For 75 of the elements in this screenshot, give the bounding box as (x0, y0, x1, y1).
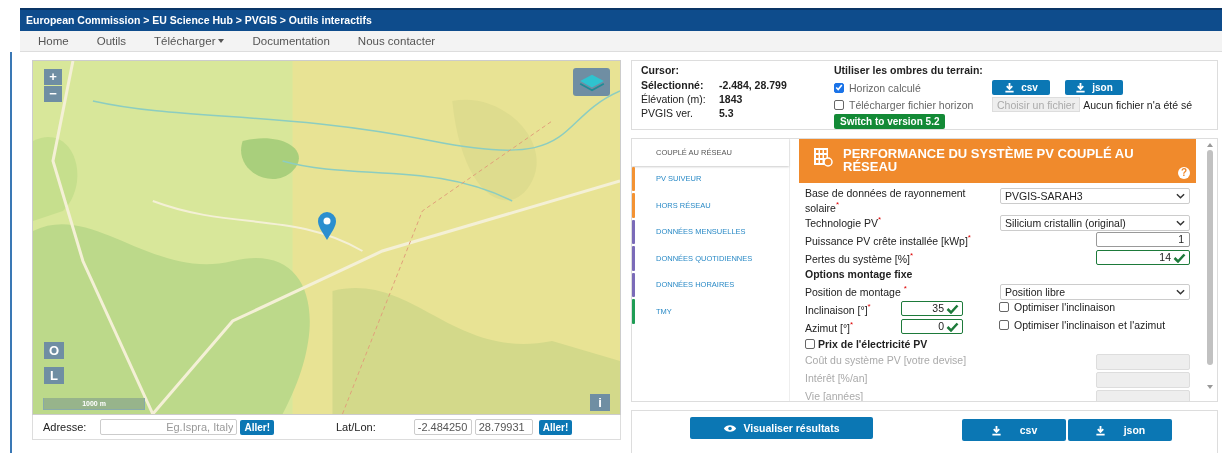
help-icon[interactable]: ? (1178, 167, 1190, 179)
info-label: Sélectionné: (641, 79, 705, 91)
download-icon (1004, 82, 1016, 93)
chevron-down-icon (1176, 219, 1185, 226)
chevron-down-icon (1176, 288, 1185, 295)
nav-link[interactable]: Documentation (252, 35, 330, 47)
info-button[interactable]: i (590, 394, 610, 411)
dropdown[interactable]: Position libre (1000, 283, 1190, 300)
field-label: Intérêt [%/an] (805, 371, 869, 384)
check-icon (1173, 252, 1186, 263)
caret-icon (218, 39, 225, 43)
info-value: 5.3 (719, 107, 734, 119)
layers-icon (577, 72, 606, 92)
field-label: Position de montage $^{*}$ (805, 282, 908, 297)
calculator-icon (813, 147, 833, 167)
nav-link[interactable]: Nous contacter (357, 35, 436, 47)
latitude-field[interactable]: -2.484250 (413, 419, 472, 435)
info-value: -2.484, 28.799 (719, 79, 787, 91)
field-label: Azimut [°]$^{*}$ (805, 318, 855, 333)
lat-lon-label: Lat/Lon: (336, 421, 376, 433)
optimize-checkbox[interactable]: Optimiser l'inclinaison et l'azimut (999, 318, 1166, 331)
zoom-in-button[interactable]: + (44, 69, 62, 85)
zoom-out-button[interactable]: − (44, 86, 62, 102)
number-field[interactable]: 14 (1096, 249, 1190, 265)
eye-icon (723, 423, 738, 433)
check-icon (946, 303, 959, 314)
dropdown[interactable]: Silicium cristallin (original) (1000, 214, 1190, 231)
info-value: 1843 (719, 93, 743, 105)
field-label: Technologie PV$^{*}$ (805, 213, 883, 228)
download-icon (1094, 424, 1106, 436)
form-title: PERFORMANCE DU SYSTÈME PV COUPLÉ AU RÉSEAU (843, 147, 1135, 173)
nav-link[interactable]: Outils (96, 35, 127, 47)
section-heading: Options montage fixe (805, 267, 914, 282)
address-label: Adresse: (43, 421, 87, 433)
locate-button[interactable]: O (44, 342, 64, 359)
json-download-button[interactable]: json (1068, 419, 1172, 441)
check-icon (946, 321, 959, 332)
map-marker-icon[interactable] (317, 211, 337, 241)
field-label: Pertes du système [%]$^{*}$ (805, 249, 915, 264)
address-field[interactable]: Eg.Ispra, Italy (100, 419, 238, 435)
info-label: PVGIS ver. (641, 107, 694, 119)
field-label: Inclinaison [°]$^{*}$ (805, 300, 872, 315)
longitude-field[interactable]: 28.79931 (474, 419, 533, 435)
go-button[interactable]: Aller! (240, 419, 274, 435)
field-label: Vie [années] (805, 389, 865, 401)
csv-download-button[interactable]: csv (992, 80, 1050, 95)
nav-link[interactable]: Home (38, 35, 69, 47)
nav-link[interactable]: Télécharger (154, 35, 225, 47)
check-icon (835, 83, 843, 92)
json-download-button[interactable]: json (1065, 80, 1123, 95)
layers-button[interactable] (573, 68, 610, 96)
cursor-title: Cursor: (641, 64, 680, 76)
view-results-button[interactable]: Visualiser résultats (690, 417, 873, 439)
optimize-checkbox[interactable]: Optimiser l'inclinaison (999, 300, 1116, 313)
layer-toggle-button[interactable]: L (44, 367, 64, 384)
number-field[interactable]: 1 (1096, 231, 1190, 247)
breadcrumb: European Commission > EU Science Hub > PVGIS > Outils interactifs (20, 8, 1222, 31)
download-icon (990, 424, 1002, 436)
price-checkbox[interactable]: Prix de l'électricité PV (805, 336, 1196, 352)
field-label: Puissance PV crête installée [kWp]$^{*}$ (805, 231, 972, 246)
number-field[interactable]: 0 (901, 318, 963, 334)
field-label: Base de données de rayonnement solaire$^{*}$ (805, 187, 967, 214)
info-label: Élévation (m): (641, 93, 707, 105)
field-label: Coût du système PV [votre devise] (805, 353, 968, 366)
download-icon (1075, 82, 1087, 93)
csv-download-button[interactable]: csv (962, 419, 1066, 441)
switch-version-button[interactable]: Switch to version 5.2 (834, 114, 946, 129)
dropdown[interactable]: PVGIS-SARAH3 (1000, 188, 1190, 204)
file-status: Aucun fichier n'a été sé (1083, 98, 1193, 111)
number-field[interactable]: 35 (901, 300, 963, 316)
upload-horizon-checkbox[interactable]: Télécharger fichier horizon (834, 98, 992, 111)
chevron-down-icon (1176, 193, 1185, 199)
terrain-title: Utiliser les ombres du terrain: (834, 64, 984, 76)
horizon-checkbox[interactable]: Horizon calculé (834, 81, 992, 94)
go-button[interactable]: Aller! (538, 419, 573, 435)
